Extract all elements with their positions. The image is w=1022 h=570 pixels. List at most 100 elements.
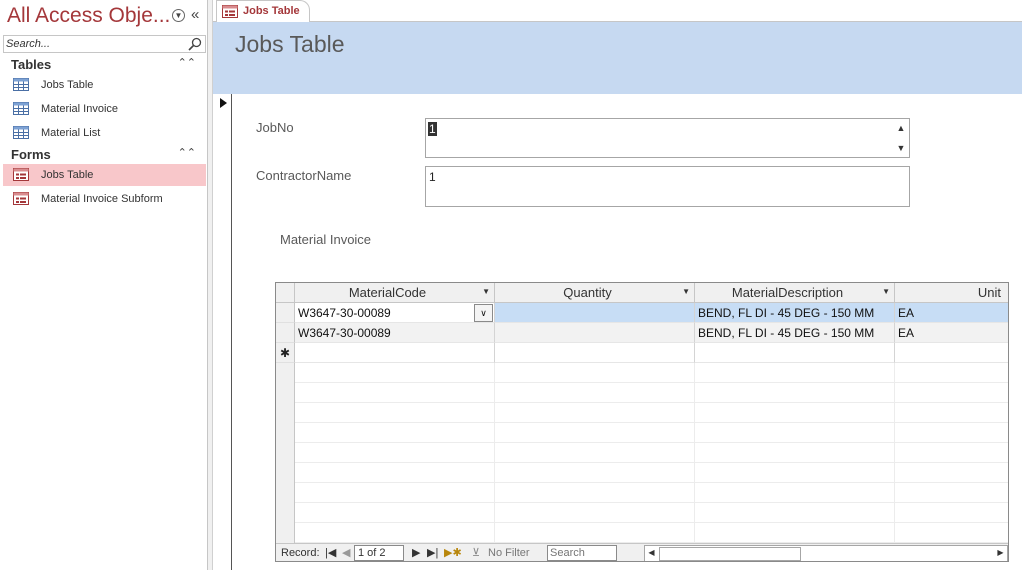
navigation-pane: All Access Obje... ▼ « Tables ⌃⌃ Jobs Ta… <box>0 0 208 570</box>
jobno-value[interactable]: 1 <box>428 122 437 136</box>
form-title: Jobs Table <box>235 31 345 57</box>
form-header: Jobs Table <box>213 22 1022 94</box>
cell-materialdescription[interactable] <box>695 343 895 363</box>
cell-unit[interactable]: EA <box>895 303 1008 323</box>
contractorname-field[interactable]: 1 <box>425 166 910 207</box>
scroll-left-icon[interactable]: ◀ <box>645 546 658 560</box>
scroll-up-icon[interactable]: ▲ <box>895 120 907 136</box>
first-record-icon[interactable]: |◀ <box>325 546 336 559</box>
nav-item-jobs-table[interactable]: Jobs Table <box>3 74 206 96</box>
next-record-icon[interactable]: ▶ <box>412 546 420 559</box>
filter-icon[interactable]: ⊻ <box>472 546 480 559</box>
cell-unit[interactable]: EA <box>895 323 1008 343</box>
nav-item-jobs-table-form[interactable]: Jobs Table <box>3 164 206 186</box>
chevron-up-icon[interactable]: ⌃⌃ <box>178 56 196 69</box>
datasheet-search-input[interactable] <box>547 545 617 561</box>
chevron-down-icon[interactable]: ▼ <box>882 287 890 296</box>
collapse-pane-icon[interactable]: « <box>191 6 199 23</box>
cell-value: BEND, FL DI - 45 DEG - 150 MM <box>698 326 875 340</box>
table-row[interactable]: W3647-30-00089 ∨ BEND, FL DI - 45 DEG - … <box>276 303 1008 323</box>
nav-item-label: Material Invoice Subform <box>41 193 163 205</box>
previous-record-icon[interactable]: ◀ <box>342 546 350 559</box>
new-record-row[interactable]: ✱ <box>276 343 1008 363</box>
current-record-input[interactable]: 1 of 2 <box>354 545 404 561</box>
cell-materialdescription[interactable]: BEND, FL DI - 45 DEG - 150 MM <box>695 303 895 323</box>
tab-label: Jobs Table <box>243 5 300 17</box>
table-icon <box>13 78 29 91</box>
nav-item-material-list[interactable]: Material List <box>3 122 206 144</box>
material-invoice-subform: MaterialCode ▼ Quantity ▼ MaterialDescri… <box>275 282 1009 562</box>
jobno-label: JobNo <box>256 120 294 135</box>
cell-quantity[interactable] <box>495 303 695 323</box>
chevron-down-icon[interactable]: ▼ <box>172 9 185 22</box>
column-header-label: Unit <box>977 285 1001 300</box>
contractorname-label: ContractorName <box>256 168 352 183</box>
tab-jobs-table[interactable]: Jobs Table <box>216 0 310 23</box>
chevron-up-icon[interactable]: ⌃⌃ <box>178 146 196 159</box>
group-header-forms[interactable]: Forms ⌃⌃ <box>3 144 206 164</box>
column-header-unit[interactable]: Unit <box>895 283 1008 303</box>
current-record-arrow-icon <box>220 98 227 108</box>
nav-item-label: Material List <box>41 127 101 139</box>
nav-item-material-invoice-subform[interactable]: Material Invoice Subform <box>3 188 206 210</box>
column-header-label: MaterialCode <box>348 285 427 300</box>
column-header-materialcode[interactable]: MaterialCode ▼ <box>295 283 495 303</box>
nav-search-input[interactable] <box>6 37 184 51</box>
filter-status[interactable]: No Filter <box>488 547 530 559</box>
nav-item-material-invoice[interactable]: Material Invoice <box>3 98 206 120</box>
cell-value: BEND, FL DI - 45 DEG - 150 MM <box>698 306 875 320</box>
column-divider <box>894 363 895 543</box>
nav-item-label: Jobs Table <box>41 79 94 91</box>
table-row[interactable]: W3647-30-00089 BEND, FL DI - 45 DEG - 15… <box>276 323 1008 343</box>
document-tab-strip <box>213 0 1022 22</box>
new-record-icon: ✱ <box>276 343 295 363</box>
table-icon <box>13 126 29 139</box>
form-icon <box>13 192 29 205</box>
scroll-down-icon[interactable]: ▼ <box>895 140 907 156</box>
table-icon <box>13 102 29 115</box>
nav-search-box <box>3 35 206 53</box>
column-header-quantity[interactable]: Quantity ▼ <box>495 283 695 303</box>
chevron-down-icon[interactable]: ∨ <box>474 304 493 322</box>
nav-item-label: Jobs Table <box>41 169 94 181</box>
row-selector[interactable] <box>276 323 295 343</box>
column-header-label: Quantity <box>563 285 612 300</box>
group-header-tables[interactable]: Tables ⌃⌃ <box>3 54 206 74</box>
cell-value: W3647-30-00089 <box>298 306 391 320</box>
jobno-field[interactable]: 1 ▲ ▼ <box>425 118 910 158</box>
nav-item-label: Material Invoice <box>41 103 119 115</box>
cell-materialcode[interactable] <box>295 343 495 363</box>
cell-materialcode[interactable]: W3647-30-00089 <box>295 323 495 343</box>
record-selector[interactable] <box>213 94 232 570</box>
form-icon <box>13 168 29 181</box>
cell-materialdescription[interactable]: BEND, FL DI - 45 DEG - 150 MM <box>695 323 895 343</box>
cell-quantity[interactable] <box>495 343 695 363</box>
group-label: Tables <box>11 57 52 72</box>
column-header-materialdescription[interactable]: MaterialDescription ▼ <box>695 283 895 303</box>
row-selector-column <box>276 363 295 543</box>
chevron-down-icon[interactable]: ▼ <box>682 287 690 296</box>
cell-materialcode[interactable]: W3647-30-00089 ∨ <box>295 303 495 323</box>
horizontal-scrollbar[interactable]: ◀ ▶ <box>644 545 1008 561</box>
form-icon <box>222 5 238 18</box>
cell-value: W3647-30-00089 <box>298 326 391 340</box>
chevron-down-icon[interactable]: ▼ <box>482 287 490 296</box>
column-header-label: MaterialDescription <box>731 285 844 300</box>
cell-value: EA <box>898 326 915 340</box>
column-divider <box>694 363 695 543</box>
cell-quantity[interactable] <box>495 323 695 343</box>
select-all-corner[interactable] <box>276 283 295 303</box>
record-label: Record: <box>281 547 320 559</box>
group-label: Forms <box>11 147 51 162</box>
search-icon[interactable] <box>187 37 203 51</box>
scroll-right-icon[interactable]: ▶ <box>994 546 1007 560</box>
nav-pane-title[interactable]: All Access Obje... <box>7 4 170 28</box>
cell-unit[interactable] <box>895 343 1008 363</box>
last-record-icon[interactable]: ▶| <box>427 546 438 559</box>
subform-label: Material Invoice <box>280 232 372 247</box>
new-record-icon[interactable]: ▶✱ <box>444 546 462 559</box>
contractorname-value[interactable]: 1 <box>429 170 436 184</box>
column-divider <box>494 363 495 543</box>
scrollbar-thumb[interactable] <box>659 547 801 561</box>
row-selector[interactable] <box>276 303 295 323</box>
